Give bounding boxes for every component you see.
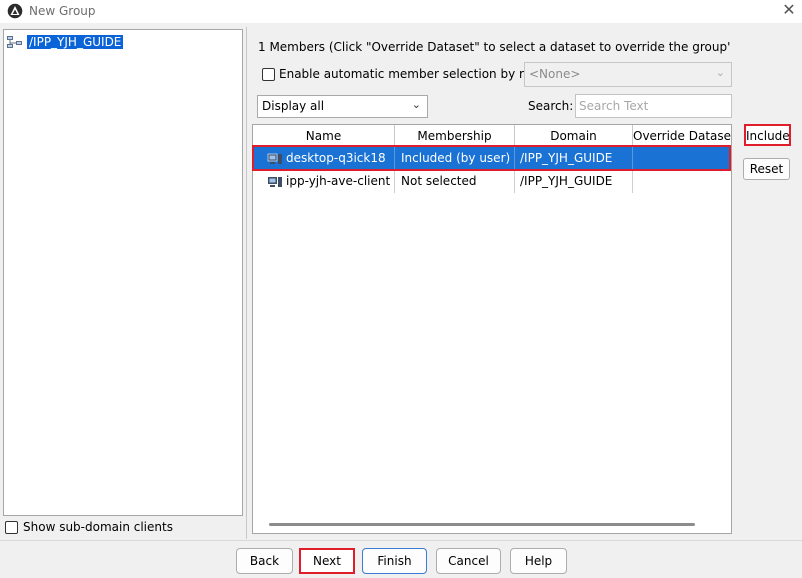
finish-button[interactable]: Finish <box>362 548 427 574</box>
computer-icon <box>268 176 282 187</box>
selected-row-highlight <box>252 145 731 171</box>
table-row[interactable]: ipp-yjh-ave-client Not selected /IPP_YJH… <box>253 170 731 193</box>
close-icon[interactable]: ✕ <box>779 1 799 19</box>
auto-selection-checkbox[interactable] <box>262 67 275 81</box>
search-label: Search: <box>528 99 574 113</box>
membership-cell: Not selected <box>395 170 515 193</box>
show-subdomain-checkbox-row[interactable]: Show sub-domain clients <box>5 520 173 534</box>
search-input[interactable] <box>575 94 732 118</box>
domain-cell: /IPP_YJH_GUIDE <box>515 170 633 193</box>
chevron-down-icon: ⌄ <box>715 66 725 79</box>
domain-tree-icon <box>7 36 22 48</box>
window-title: New Group <box>29 4 96 18</box>
tree-node-root[interactable]: /IPP_YJH_GUIDE <box>6 34 124 50</box>
auto-selection-row[interactable]: Enable automatic member selection by rul… <box>262 67 546 81</box>
pane-splitter[interactable] <box>246 27 247 539</box>
back-button[interactable]: Back <box>236 548 293 574</box>
override-dataset-cell[interactable] <box>633 170 731 193</box>
show-subdomain-label: Show sub-domain clients <box>23 520 173 534</box>
display-filter-select[interactable]: Display all ⌄ <box>257 95 428 118</box>
cancel-button[interactable]: Cancel <box>436 548 501 574</box>
reset-button[interactable]: Reset <box>743 158 790 180</box>
help-button[interactable]: Help <box>510 548 567 574</box>
auto-selection-label: Enable automatic member selection by rul… <box>279 67 547 81</box>
next-button[interactable]: Next <box>299 548 355 574</box>
members-table: Name Membership Domain Override Dataset … <box>252 124 732 534</box>
rule-select: <None> ⌄ <box>524 62 732 87</box>
column-header-name[interactable]: Name <box>253 125 395 146</box>
members-info-text: 1 Members (Click "Override Dataset" to s… <box>258 40 730 54</box>
column-header-domain[interactable]: Domain <box>515 125 633 146</box>
tree-node-label[interactable]: /IPP_YJH_GUIDE <box>27 35 124 49</box>
title-bar: New Group ✕ <box>0 0 802 23</box>
domain-tree-panel: /IPP_YJH_GUIDE <box>3 29 243 516</box>
chevron-down-icon: ⌄ <box>411 98 421 111</box>
rule-select-value: <None> <box>529 67 581 81</box>
client-name: ipp-yjh-ave-client <box>286 174 391 188</box>
include-button[interactable]: Include <box>744 124 791 146</box>
display-filter-value: Display all <box>262 99 325 113</box>
column-header-override-dataset[interactable]: Override Dataset <box>633 125 731 146</box>
column-header-membership[interactable]: Membership <box>395 125 515 146</box>
show-subdomain-checkbox[interactable] <box>5 520 18 534</box>
table-header: Name Membership Domain Override Dataset <box>253 125 731 146</box>
horizontal-scrollbar[interactable] <box>269 523 695 526</box>
client-name-cell: ipp-yjh-ave-client <box>253 170 395 193</box>
app-logo-icon <box>7 3 23 19</box>
